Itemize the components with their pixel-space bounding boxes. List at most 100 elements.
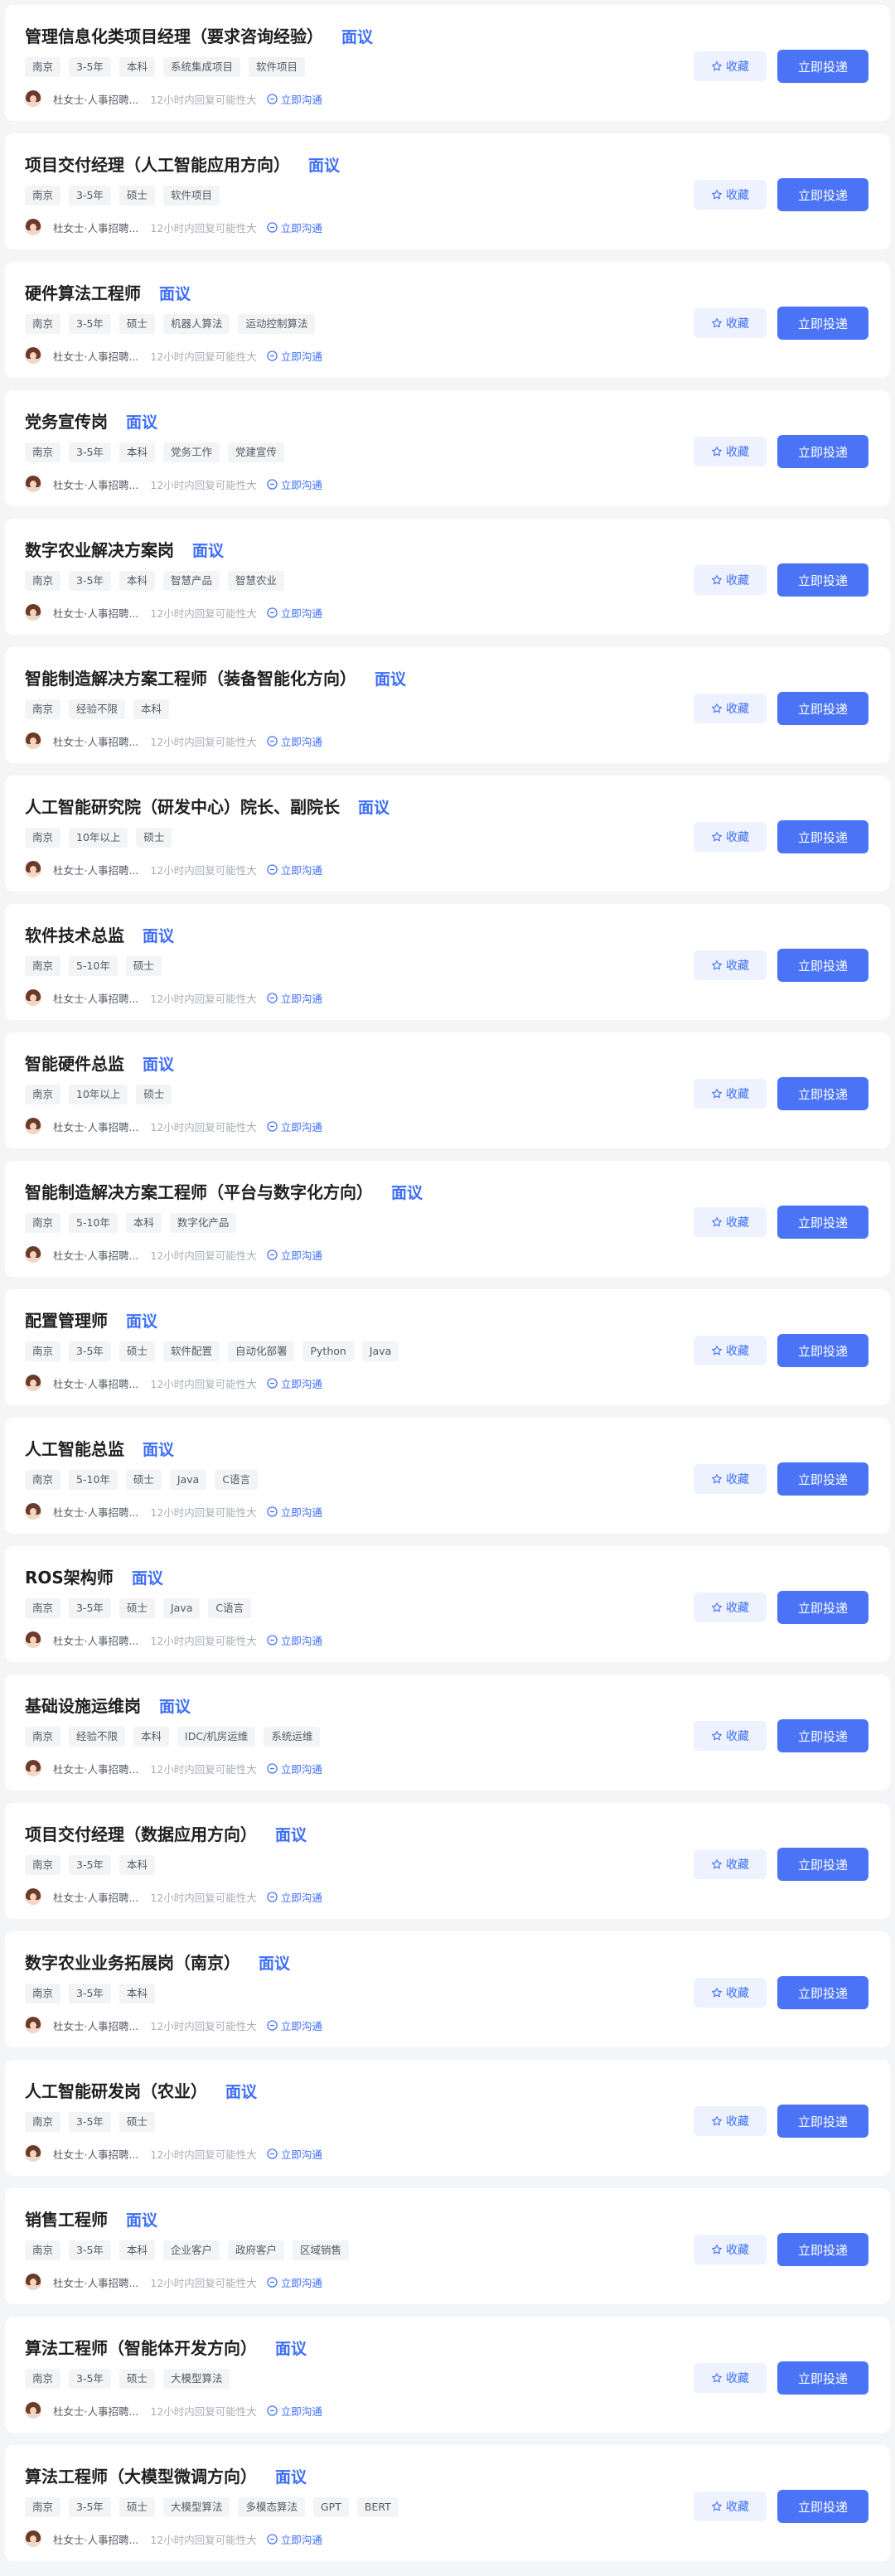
- job-title[interactable]: 配置管理师: [25, 1307, 108, 1331]
- apply-button[interactable]: 立即投递: [777, 2233, 868, 2266]
- job-card[interactable]: 智能硬件总监 面议 南京 10年以上 硕士 杜女士·人事招聘... 12小时内回复可…: [5, 1032, 890, 1148]
- chat-now-link[interactable]: 立即沟通: [267, 605, 322, 621]
- apply-button[interactable]: 立即投递: [777, 2490, 868, 2523]
- apply-button[interactable]: 立即投递: [777, 1462, 868, 1496]
- job-title[interactable]: 项目交付经理（人工智能应用方向）: [25, 152, 290, 176]
- job-card[interactable]: 智能制造解决方案工程师（装备智能化方向） 面议 南京 经验不限 本科 杜女士·人事招…: [5, 647, 890, 763]
- favorite-button[interactable]: 收藏: [694, 437, 767, 466]
- apply-button[interactable]: 立即投递: [777, 692, 868, 725]
- chat-now-link[interactable]: 立即沟通: [267, 91, 322, 107]
- chat-now-link[interactable]: 立即沟通: [267, 2531, 322, 2547]
- chat-now-link[interactable]: 立即沟通: [267, 1247, 322, 1263]
- favorite-button[interactable]: 收藏: [694, 950, 767, 980]
- job-title[interactable]: 软件技术总监: [25, 922, 124, 946]
- job-card[interactable]: 销售工程师 面议 南京 3-5年 本科 企业客户 政府客户 区域销售 杜女士·人事招聘..…: [5, 2188, 890, 2304]
- apply-button[interactable]: 立即投递: [777, 1591, 868, 1624]
- chat-now-link[interactable]: 立即沟通: [267, 2403, 322, 2419]
- job-card[interactable]: 数字农业解决方案岗 面议 南京 3-5年 本科 智慧产品 智慧农业 杜女士·人事招聘..…: [5, 519, 890, 635]
- apply-button[interactable]: 立即投递: [777, 1334, 868, 1367]
- favorite-button[interactable]: 收藏: [694, 308, 767, 338]
- chat-now-link[interactable]: 立即沟通: [267, 862, 322, 877]
- job-title[interactable]: 智能制造解决方案工程师（装备智能化方向）: [25, 665, 356, 689]
- chat-now-link[interactable]: 立即沟通: [267, 2274, 322, 2290]
- favorite-button[interactable]: 收藏: [694, 1079, 767, 1109]
- apply-button[interactable]: 立即投递: [777, 435, 868, 468]
- apply-button[interactable]: 立即投递: [777, 2361, 868, 2395]
- favorite-button[interactable]: 收藏: [694, 1207, 767, 1237]
- job-card[interactable]: 数字农业业务拓展岗（南京） 面议 南京 3-5年 本科 杜女士·人事招聘... 12…: [5, 1931, 890, 2047]
- apply-button[interactable]: 立即投递: [777, 949, 868, 982]
- chat-now-link[interactable]: 立即沟通: [267, 1375, 322, 1391]
- job-title[interactable]: 算法工程师（智能体开发方向）: [25, 2335, 257, 2359]
- job-card[interactable]: 软件技术总监 面议 南京 5-10年 硕士 杜女士·人事招聘... 12小时内回复可…: [5, 904, 890, 1020]
- job-title[interactable]: 人工智能总监: [25, 1436, 124, 1460]
- job-title[interactable]: 数字农业业务拓展岗（南京）: [25, 1950, 240, 1974]
- chat-now-link[interactable]: 立即沟通: [267, 2018, 322, 2033]
- job-title[interactable]: 管理信息化类项目经理（要求咨询经验）: [25, 23, 323, 47]
- favorite-button[interactable]: 收藏: [694, 2106, 767, 2136]
- job-card[interactable]: 项目交付经理（数据应用方向） 面议 南京 3-5年 本科 杜女士·人事招聘... 1…: [5, 1803, 890, 1919]
- favorite-button[interactable]: 收藏: [694, 822, 767, 852]
- job-card[interactable]: 配置管理师 面议 南京 3-5年 硕士 软件配置 自动化部署 Python Java 杜女士…: [5, 1289, 890, 1405]
- favorite-button[interactable]: 收藏: [694, 1336, 767, 1365]
- apply-button[interactable]: 立即投递: [777, 1976, 868, 2009]
- favorite-button[interactable]: 收藏: [694, 2235, 767, 2264]
- job-card[interactable]: 硬件算法工程师 面议 南京 3-5年 硕士 机器人算法 运动控制算法 杜女士·人事招聘.…: [5, 262, 890, 378]
- job-title[interactable]: 数字农业解决方案岗: [25, 537, 174, 561]
- job-card[interactable]: 党务宣传岗 面议 南京 3-5年 本科 党务工作 党建宣传 杜女士·人事招聘... 12…: [5, 390, 890, 506]
- job-card[interactable]: 人工智能研发岗（农业） 面议 南京 3-5年 硕士 杜女士·人事招聘... 12小时…: [5, 2060, 890, 2176]
- job-title[interactable]: 基础设施运维岗: [25, 1693, 141, 1717]
- apply-button[interactable]: 立即投递: [777, 178, 868, 211]
- favorite-button[interactable]: 收藏: [694, 1592, 767, 1622]
- job-card[interactable]: ROS架构师 面议 南京 3-5年 硕士 Java C语言 杜女士·人事招聘... 12…: [5, 1546, 890, 1662]
- favorite-button[interactable]: 收藏: [694, 565, 767, 595]
- job-title[interactable]: 销售工程师: [25, 2206, 108, 2230]
- favorite-button[interactable]: 收藏: [694, 2363, 767, 2393]
- job-card[interactable]: 人工智能总监 面议 南京 5-10年 硕士 Java C语言 杜女士·人事招聘... 1…: [5, 1418, 890, 1534]
- apply-button[interactable]: 立即投递: [777, 2105, 868, 2138]
- chat-now-link[interactable]: 立即沟通: [267, 2146, 322, 2162]
- job-title[interactable]: 智能制造解决方案工程师（平台与数字化方向）: [25, 1179, 373, 1203]
- job-card[interactable]: 基础设施运维岗 面议 南京 经验不限 本科 IDC/机房运维 系统运维 杜女士·人事招聘…: [5, 1675, 890, 1791]
- chat-now-link[interactable]: 立即沟通: [267, 990, 322, 1006]
- job-card[interactable]: 人工智能研究院（研发中心）院长、副院长 面议 南京 10年以上 硕士 杜女士·人事招…: [5, 776, 890, 892]
- favorite-button[interactable]: 收藏: [694, 1849, 767, 1879]
- job-title[interactable]: 人工智能研发岗（农业）: [25, 2078, 207, 2102]
- favorite-button[interactable]: 收藏: [694, 694, 767, 723]
- chat-now-link[interactable]: 立即沟通: [267, 1632, 322, 1648]
- favorite-button[interactable]: 收藏: [694, 1464, 767, 1494]
- job-card[interactable]: 算法工程师（大模型微调方向） 面议 南京 3-5年 硕士 大模型算法 多模态算法 GPT B…: [5, 2445, 890, 2561]
- favorite-button[interactable]: 收藏: [694, 1721, 767, 1751]
- apply-button[interactable]: 立即投递: [777, 820, 868, 853]
- chat-now-link[interactable]: 立即沟通: [267, 1761, 322, 1776]
- apply-button[interactable]: 立即投递: [777, 1077, 868, 1110]
- apply-button[interactable]: 立即投递: [777, 307, 868, 340]
- apply-button[interactable]: 立即投递: [777, 1848, 868, 1881]
- apply-button[interactable]: 立即投递: [777, 1719, 868, 1752]
- job-title[interactable]: ROS架构师: [25, 1564, 114, 1588]
- chat-now-link[interactable]: 立即沟通: [267, 220, 322, 235]
- apply-button[interactable]: 立即投递: [777, 563, 868, 597]
- job-card[interactable]: 管理信息化类项目经理（要求咨询经验） 面议 南京 3-5年 本科 系统集成项目 软件项目…: [5, 5, 890, 121]
- job-title[interactable]: 算法工程师（大模型微调方向）: [25, 2463, 257, 2487]
- job-card[interactable]: 智能制造解决方案工程师（平台与数字化方向） 面议 南京 5-10年 本科 数字化产品 …: [5, 1161, 890, 1277]
- chat-now-link[interactable]: 立即沟通: [267, 1119, 322, 1134]
- job-title[interactable]: 人工智能研究院（研发中心）院长、副院长: [25, 794, 340, 818]
- job-title[interactable]: 项目交付经理（数据应用方向）: [25, 1821, 257, 1845]
- chat-now-link[interactable]: 立即沟通: [267, 1504, 322, 1520]
- chat-now-link[interactable]: 立即沟通: [267, 1889, 322, 1905]
- chat-now-link[interactable]: 立即沟通: [267, 348, 322, 364]
- job-title[interactable]: 硬件算法工程师: [25, 280, 141, 304]
- favorite-button[interactable]: 收藏: [694, 2491, 767, 2521]
- apply-button[interactable]: 立即投递: [777, 1206, 868, 1239]
- chat-now-link[interactable]: 立即沟通: [267, 733, 322, 749]
- favorite-button[interactable]: 收藏: [694, 51, 767, 81]
- chat-now-link[interactable]: 立即沟通: [267, 476, 322, 492]
- favorite-button[interactable]: 收藏: [694, 180, 767, 210]
- job-title[interactable]: 党务宣传岗: [25, 408, 108, 433]
- apply-button[interactable]: 立即投递: [777, 50, 868, 83]
- job-card[interactable]: 项目交付经理（人工智能应用方向） 面议 南京 3-5年 硕士 软件项目 杜女士·人事招…: [5, 133, 890, 249]
- job-card[interactable]: 算法工程师（智能体开发方向） 面议 南京 3-5年 硕士 大模型算法 杜女士·人事招聘…: [5, 2317, 890, 2433]
- job-title[interactable]: 智能硬件总监: [25, 1051, 124, 1075]
- favorite-button[interactable]: 收藏: [694, 1978, 767, 2008]
